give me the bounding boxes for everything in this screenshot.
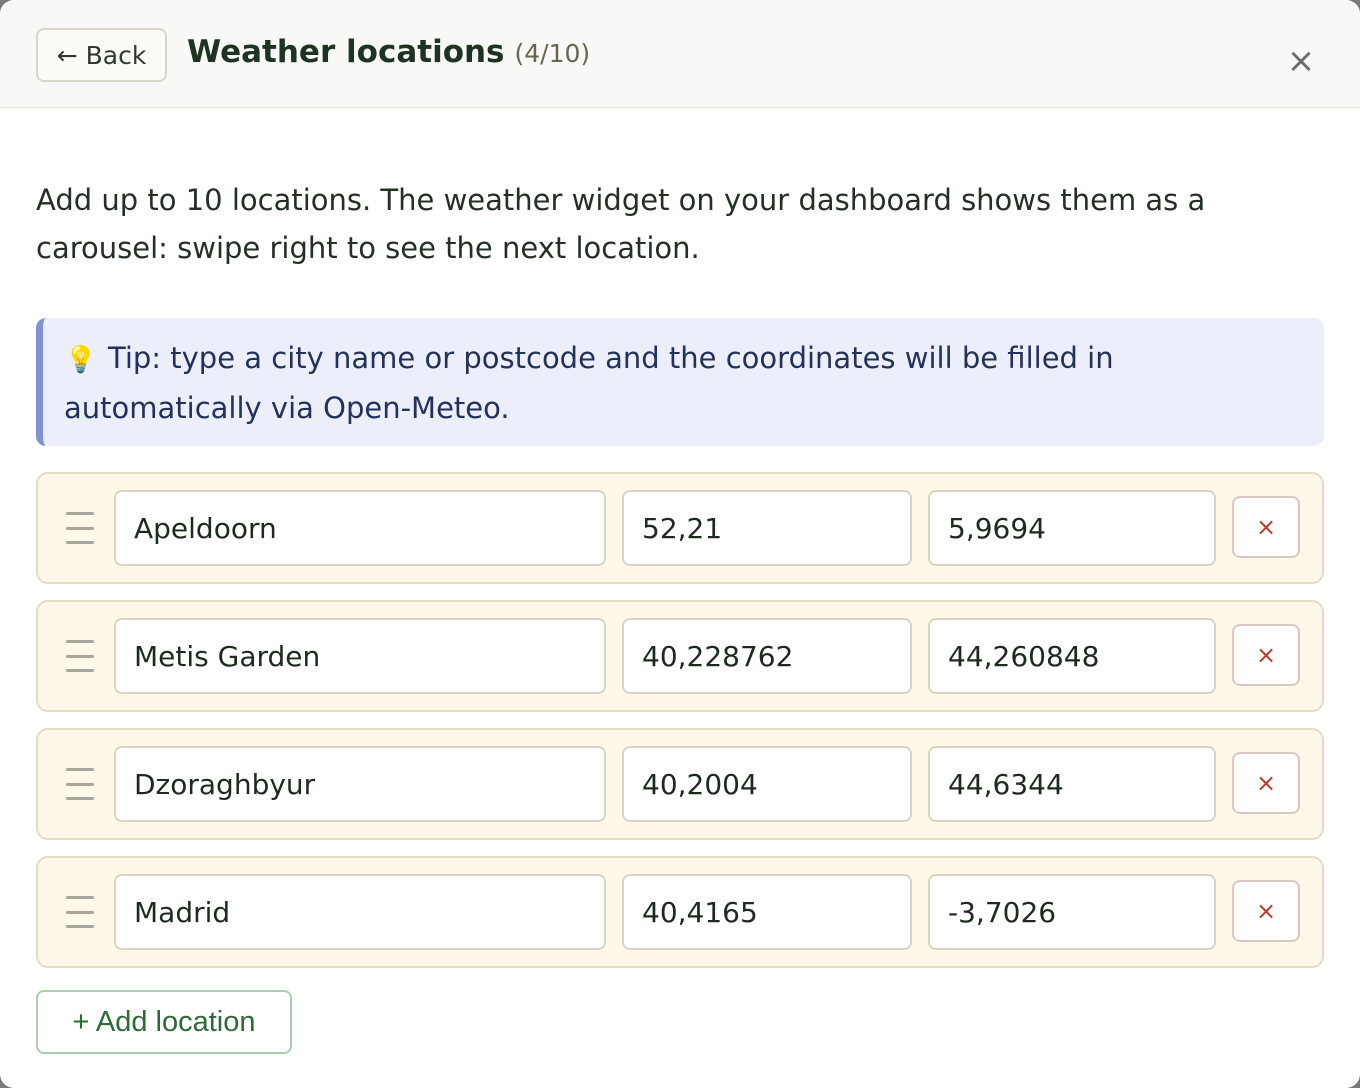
title-text: Weather locations <box>187 34 505 70</box>
location-name-input[interactable]: Metis Garden <box>114 618 606 694</box>
longitude-input[interactable]: 44,260848 <box>928 618 1216 694</box>
drag-handle-icon[interactable] <box>66 640 94 672</box>
location-row: Madrid 40,4165 -3,7026 × <box>36 856 1324 968</box>
location-row: Metis Garden 40,228762 44,260848 × <box>36 600 1324 712</box>
page-title: Weather locations (4/10) <box>187 34 590 70</box>
latitude-input[interactable]: 40,228762 <box>622 618 912 694</box>
remove-location-button[interactable]: × <box>1232 880 1300 942</box>
tip-text: Tip: type a city name or postcode and th… <box>64 341 1114 425</box>
location-count: (4/10) <box>514 39 591 68</box>
latitude-input[interactable]: 40,2004 <box>622 746 912 822</box>
add-location-button[interactable]: + Add location <box>36 990 292 1054</box>
longitude-input[interactable]: 5,9694 <box>928 490 1216 566</box>
remove-location-button[interactable]: × <box>1232 496 1300 558</box>
back-button[interactable]: ← Back <box>36 28 167 82</box>
intro-text: Add up to 10 locations. The weather widg… <box>36 183 1206 265</box>
remove-location-button[interactable]: × <box>1232 752 1300 814</box>
location-name-input[interactable]: Apeldoorn <box>114 490 606 566</box>
drag-handle-icon[interactable] <box>66 512 94 544</box>
location-row: Dzoraghbyur 40,2004 44,6344 × <box>36 728 1324 840</box>
dialog-header: ← Back Weather locations (4/10) × <box>0 0 1360 108</box>
lightbulb-icon: 💡 <box>64 345 98 375</box>
latitude-input[interactable]: 40,4165 <box>622 874 912 950</box>
longitude-input[interactable]: -3,7026 <box>928 874 1216 950</box>
remove-location-button[interactable]: × <box>1232 624 1300 686</box>
weather-locations-dialog: ← Back Weather locations (4/10) × Add up… <box>0 0 1360 1088</box>
location-name-input[interactable]: Madrid <box>114 874 606 950</box>
location-row: Apeldoorn 52,21 5,9694 × <box>36 472 1324 584</box>
drag-handle-icon[interactable] <box>66 896 94 928</box>
tip-box: 💡 Tip: type a city name or postcode and t… <box>36 318 1324 446</box>
close-icon[interactable]: × <box>1278 38 1324 84</box>
latitude-input[interactable]: 52,21 <box>622 490 912 566</box>
location-name-input[interactable]: Dzoraghbyur <box>114 746 606 822</box>
longitude-input[interactable]: 44,6344 <box>928 746 1216 822</box>
drag-handle-icon[interactable] <box>66 768 94 800</box>
